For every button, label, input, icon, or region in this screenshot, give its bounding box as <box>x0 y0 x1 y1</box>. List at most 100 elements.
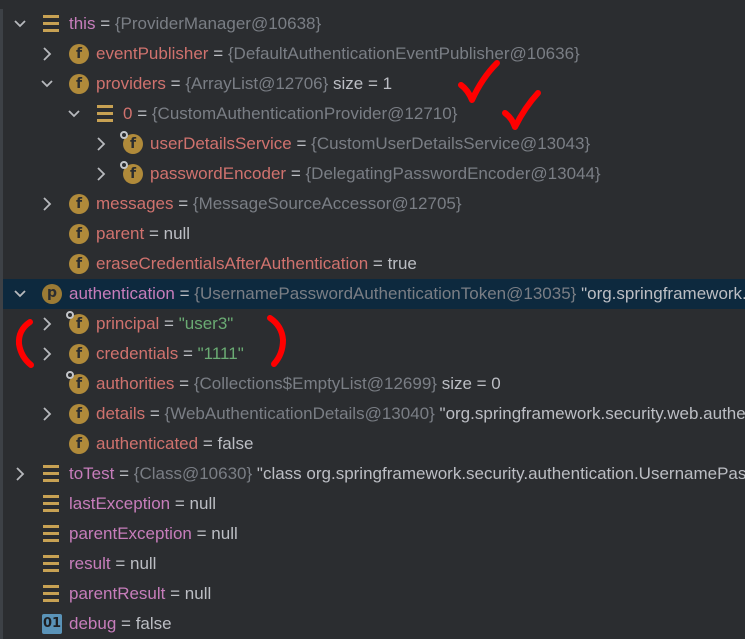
value-text: null <box>129 554 157 573</box>
chevron-right-icon[interactable] <box>95 136 107 152</box>
value-text: "class org.springframework.security.auth… <box>256 464 745 483</box>
tree-row-this[interactable]: this = {ProviderManager@10638} <box>0 9 745 39</box>
locked-field-icon: f <box>66 311 89 334</box>
variable-text: authentication = {UsernamePasswordAuthen… <box>69 284 745 304</box>
variable-text: userDetailsService = {CustomUserDetailsS… <box>150 134 590 154</box>
variable-name: credentials <box>96 344 179 363</box>
field-icon: f <box>69 194 89 214</box>
variable-name: debug <box>69 614 117 633</box>
tree-gutter <box>0 459 3 489</box>
tree-row-result[interactable]: result = null <box>0 549 745 579</box>
variable-name: parent <box>96 224 145 243</box>
variable-name: parentException <box>69 524 192 543</box>
equals-sign: = <box>148 224 159 243</box>
tree-gutter <box>0 9 3 39</box>
string-value: "user3" <box>178 314 234 333</box>
tree-row-credentials[interactable]: f credentials = "1111" <box>0 339 745 369</box>
chevron-right-icon[interactable] <box>41 46 53 62</box>
variable-text: messages = {MessageSourceAccessor@12705} <box>96 194 462 214</box>
variable-name: userDetailsService <box>150 134 292 153</box>
variable-text: details = {WebAuthenticationDetails@1304… <box>96 404 745 424</box>
tree-row-authenticated[interactable]: f authenticated = false <box>0 429 745 459</box>
tree-row-authentication[interactable]: p authentication = {UsernamePasswordAuthe… <box>0 279 745 309</box>
chevron-right-icon[interactable] <box>41 346 53 362</box>
variable-text: toTest = {Class@10630} "class org.spring… <box>69 464 745 484</box>
variable-name: passwordEncoder <box>150 164 287 183</box>
variable-name: this <box>69 14 96 33</box>
tree-row-totest[interactable]: toTest = {Class@10630} "class org.spring… <box>0 459 745 489</box>
value-text: null <box>211 524 238 543</box>
tree-gutter <box>0 279 3 309</box>
variable-text: principal = "user3" <box>96 314 233 334</box>
object-reference: {Class@10630} <box>133 464 253 483</box>
object-reference: {MessageSourceAccessor@12705} <box>192 194 462 213</box>
equals-sign: = <box>137 104 148 123</box>
equals-sign: = <box>115 554 126 573</box>
tree-gutter <box>0 309 3 339</box>
tree-gutter <box>0 369 3 399</box>
equals-sign: = <box>202 434 213 453</box>
chevron-right-icon[interactable] <box>41 406 53 422</box>
tree-row-details[interactable]: f details = {WebAuthenticationDetails@130… <box>0 399 745 429</box>
chevron-down-icon[interactable] <box>68 106 80 122</box>
variable-icon <box>96 104 116 124</box>
tree-gutter <box>0 69 3 99</box>
tree-gutter <box>0 429 3 459</box>
tree-row-parent[interactable]: f parent = null <box>0 219 745 249</box>
value-text: null <box>163 224 191 243</box>
tree-row-lastexception[interactable]: lastException = null <box>0 489 745 519</box>
tree-row-providers[interactable]: f providers = {ArrayList@12706} size = 1 <box>0 69 745 99</box>
tree-row-principal[interactable]: f principal = "user3" <box>0 309 745 339</box>
tree-row-messages[interactable]: f messages = {MessageSourceAccessor@12705… <box>0 189 745 219</box>
tree-row-authorities[interactable]: f authorities = {Collections$EmptyList@12… <box>0 369 745 399</box>
tree-row-erasecredentialsafterauthentication[interactable]: f eraseCredentialsAfterAuthentication = t… <box>0 249 745 279</box>
equals-sign: = <box>121 614 131 633</box>
variable-icon <box>42 524 62 544</box>
tree-row-0[interactable]: 0 = {CustomAuthenticationProvider@12710} <box>0 99 745 129</box>
object-reference: {CustomAuthenticationProvider@12710} <box>151 104 458 123</box>
tree-row-parentexception[interactable]: parentException = null <box>0 519 745 549</box>
variable-icon <box>42 14 62 34</box>
tree-gutter <box>0 189 3 219</box>
locked-field-icon: f <box>120 131 143 154</box>
equals-sign: = <box>119 464 130 483</box>
equals-sign: = <box>372 254 383 273</box>
tree-row-passwordencoder[interactable]: f passwordEncoder = {DelegatingPasswordEn… <box>0 159 745 189</box>
tree-gutter <box>0 579 3 609</box>
variable-text: authorities = {Collections$EmptyList@126… <box>96 374 501 394</box>
tree-gutter <box>0 549 3 579</box>
locked-field-icon: f <box>120 161 143 184</box>
tree-row-debug[interactable]: 01 debug = false <box>0 609 745 639</box>
object-reference: {DefaultAuthenticationEventPublisher@106… <box>227 44 580 63</box>
value-text: "org.springframework.security.authentica… <box>581 284 745 303</box>
variable-text: authenticated = false <box>96 434 253 454</box>
tree-row-eventpublisher[interactable]: f eventPublisher = {DefaultAuthentication… <box>0 39 745 69</box>
variable-name: lastException <box>69 494 171 513</box>
chevron-right-icon[interactable] <box>95 166 107 182</box>
equals-sign: = <box>100 14 111 33</box>
variable-icon <box>42 584 62 604</box>
field-icon: f <box>69 344 89 364</box>
variable-name: authentication <box>69 284 175 303</box>
parameter-icon: p <box>42 284 62 304</box>
equals-sign: = <box>179 284 190 303</box>
equals-sign: = <box>182 344 193 363</box>
object-reference: {Collections$EmptyList@12699} <box>193 374 437 393</box>
chevron-down-icon[interactable] <box>41 76 53 92</box>
field-icon: f <box>69 44 89 64</box>
chevron-down-icon[interactable] <box>14 16 26 32</box>
chevron-right-icon[interactable] <box>41 196 53 212</box>
chevron-down-icon[interactable] <box>14 286 26 302</box>
variable-text: parentResult = null <box>69 584 211 604</box>
field-icon: f <box>69 74 89 94</box>
chevron-right-icon[interactable] <box>14 466 26 482</box>
tree-gutter <box>0 489 3 519</box>
tree-row-parentresult[interactable]: parentResult = null <box>0 579 745 609</box>
variable-name: providers <box>96 74 166 93</box>
object-reference: {CustomUserDetailsService@13043} <box>311 134 591 153</box>
tree-row-userdetailsservice[interactable]: f userDetailsService = {CustomUserDetails… <box>0 129 745 159</box>
value-text: null <box>189 494 216 513</box>
chevron-right-icon[interactable] <box>41 316 53 332</box>
equals-sign: = <box>174 494 185 513</box>
equals-sign: = <box>164 314 174 333</box>
